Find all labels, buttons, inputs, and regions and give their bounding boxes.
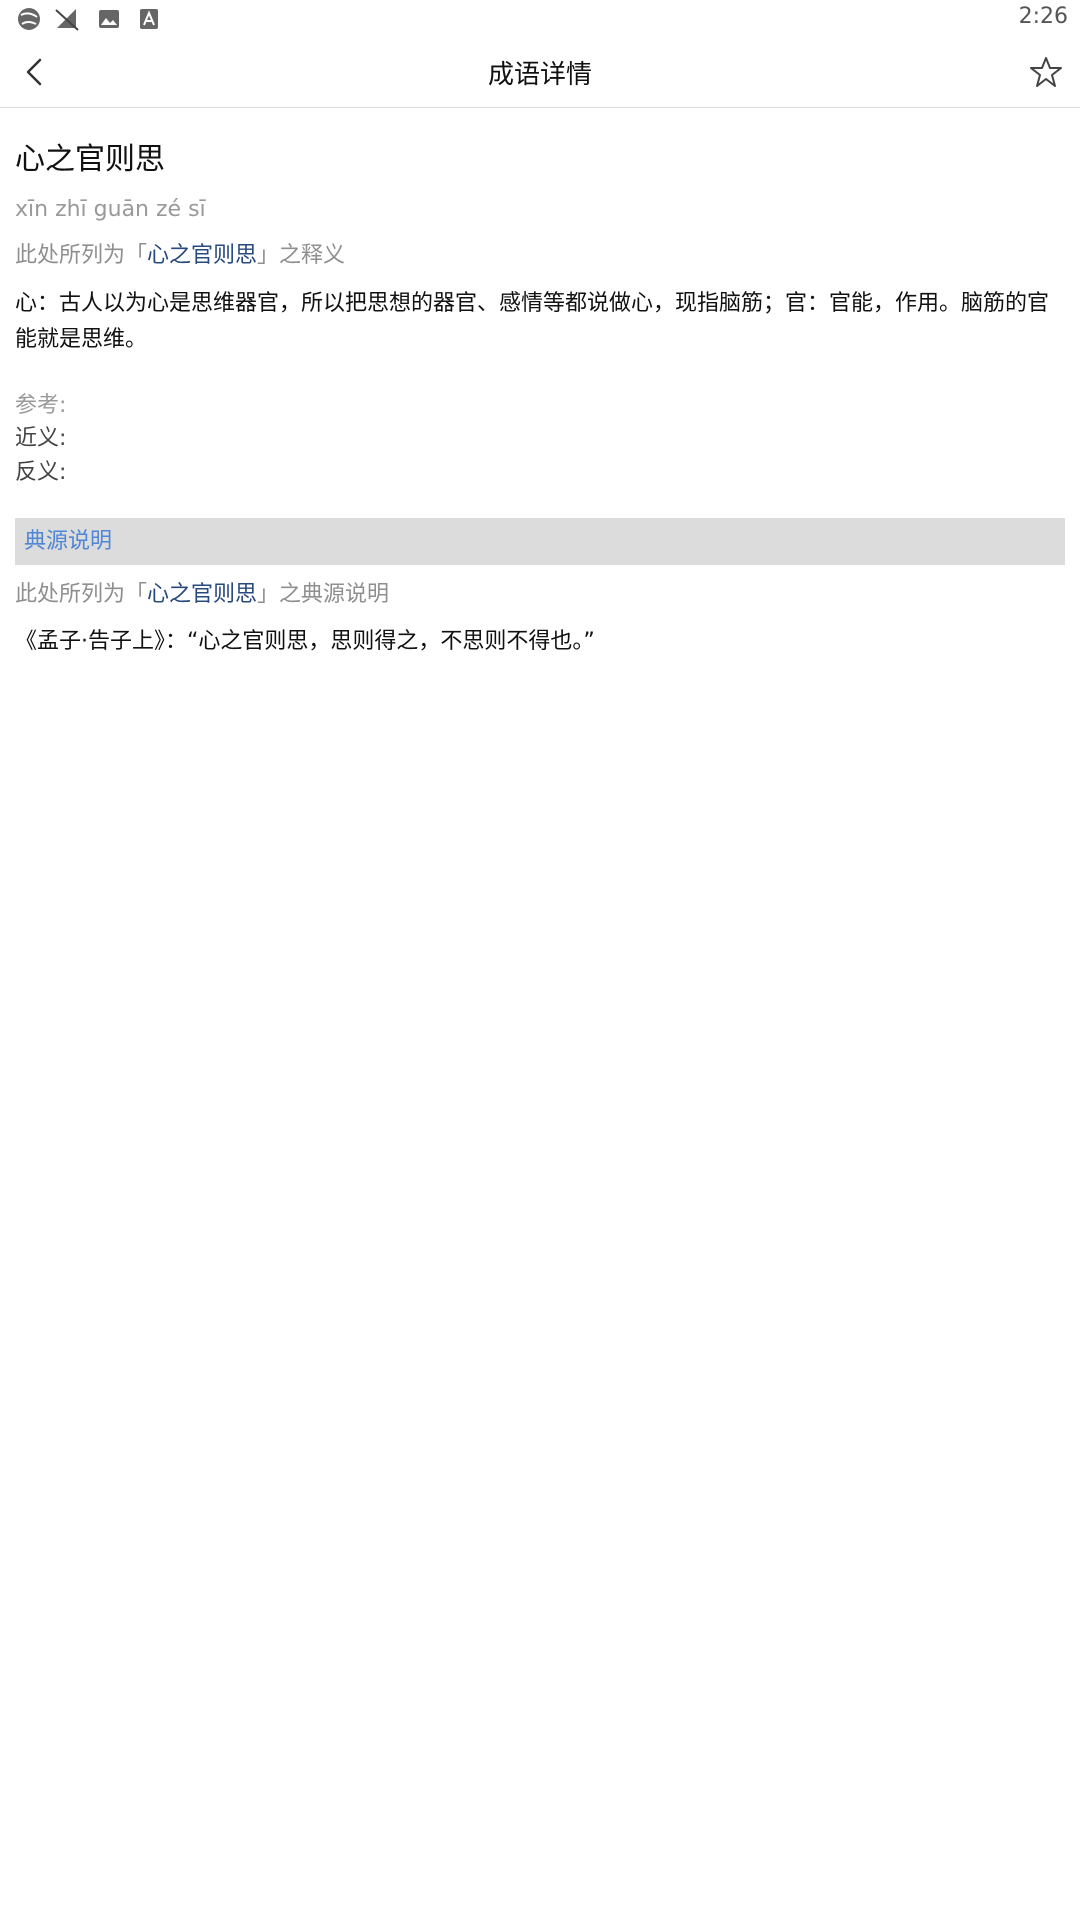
page-title: 成语详情 [487,60,592,90]
source-intro: 此处所列为「心之官则思」之典源说明 [15,579,1065,611]
reference-label: 参考: [15,393,67,418]
idiom-title: 心之官则思 [15,142,165,177]
a-icon [140,9,158,29]
source-prefix: 此处所列为「 [15,582,148,607]
antonym-label: 反义: [15,460,67,485]
globe-icon [18,8,40,30]
idiom-pinyin: xīn zhī guān zé sī [15,197,206,222]
source-suffix: 」之典源说明 [257,582,390,607]
source-text: 《孟子·告子上》：“心之官则思，思则得之，不思则不得也。” [15,629,595,654]
app-bar: 成语详情 [0,36,1080,108]
meaning-intro: 此处所列为「心之官则思」之释义 [15,240,1065,272]
source-section-header: 典源说明 [15,518,1065,565]
image-icon [99,10,119,28]
star-icon[interactable] [1024,50,1068,94]
synonym-label: 近义: [15,426,67,451]
meaning-highlight[interactable]: 心之官则思 [147,243,257,268]
no-signal-icon [55,9,79,31]
content: 心之官则思 xīn zhī guān zé sī 此处所列为「心之官则思」之释义… [15,108,1065,659]
source-highlight[interactable]: 心之官则思 [147,582,257,607]
meaning-suffix: 」之释义 [257,243,346,268]
status-time: 2:26 [1018,4,1068,29]
meaning-prefix: 此处所列为「 [15,243,148,268]
idiom-definition: 心：古人以为心是思维器官，所以把思想的器官、感情等都说做心，现指脑筋；官：官能，… [15,291,1050,352]
status-bar: 2:26 [0,0,1080,36]
